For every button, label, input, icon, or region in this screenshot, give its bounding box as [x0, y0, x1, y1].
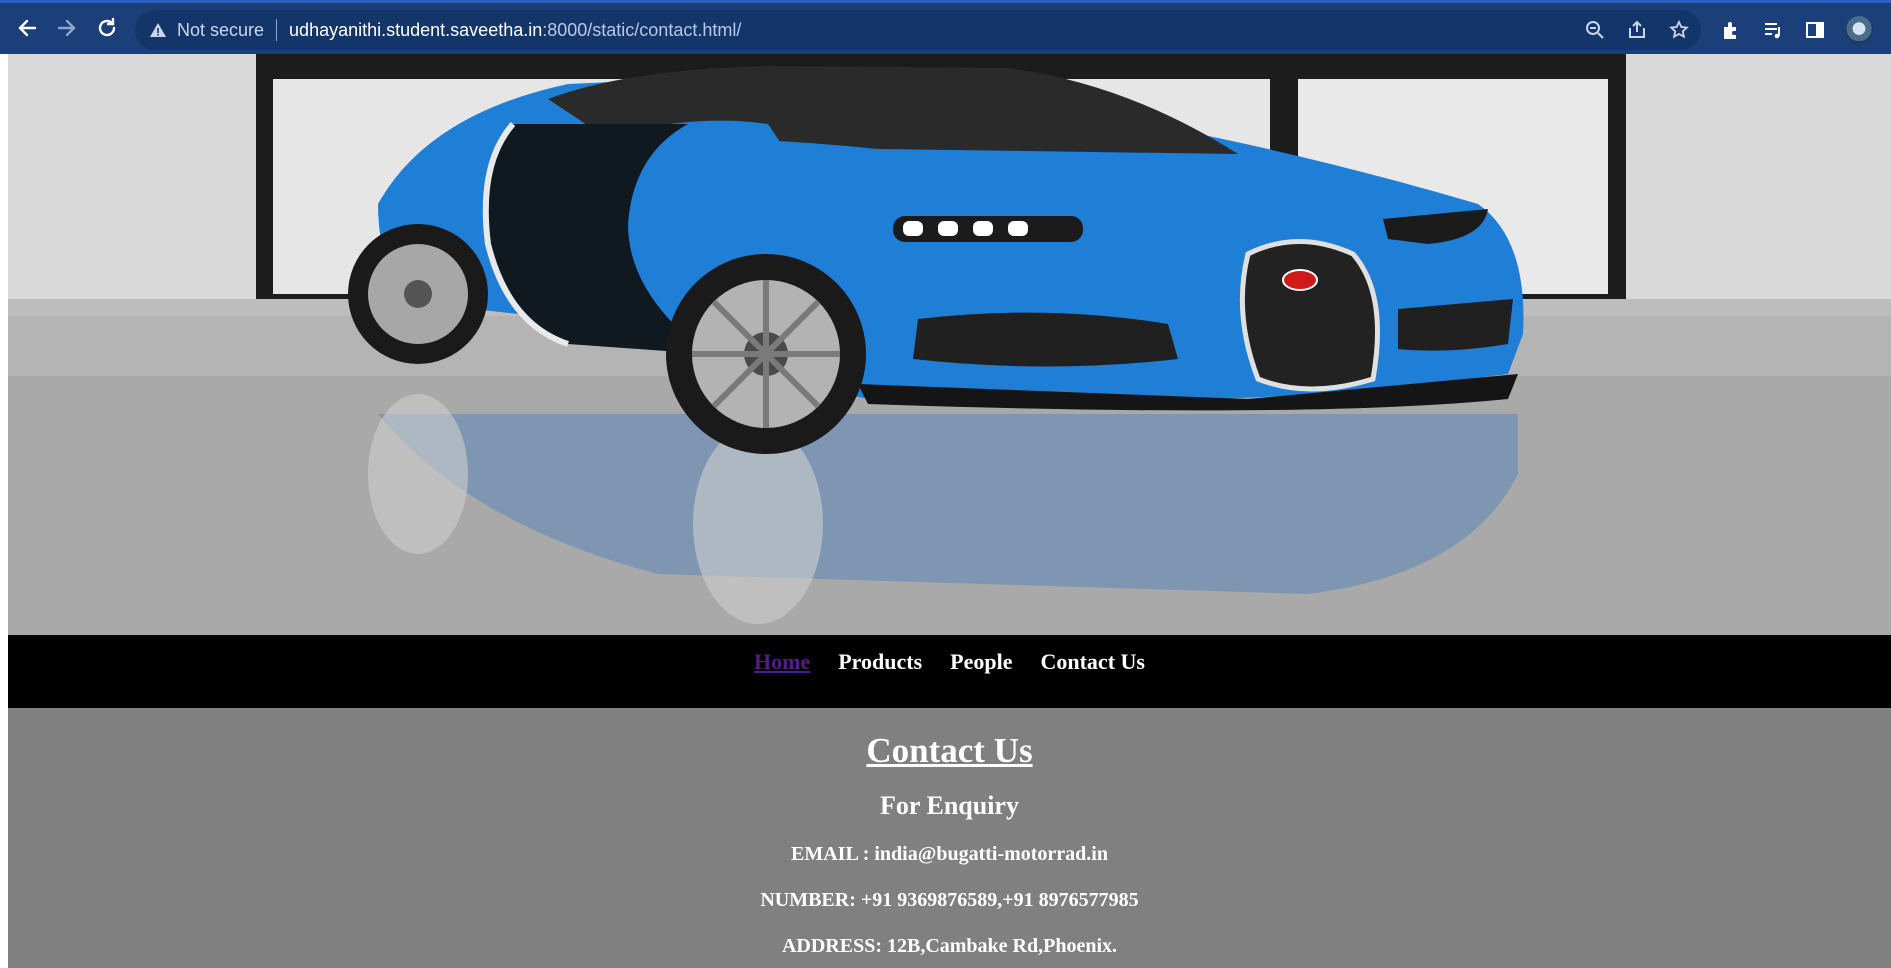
- contact-title: Contact Us: [866, 731, 1033, 770]
- browser-toolbar: Not secure udhayanithi.student.saveetha.…: [0, 0, 1891, 54]
- divider: [276, 19, 278, 41]
- contact-address: ADDRESS: 12B,Cambake Rd,Phoenix.: [781, 935, 1118, 957]
- share-icon[interactable]: [1625, 18, 1649, 42]
- address-bar[interactable]: Not secure udhayanithi.student.saveetha.…: [135, 10, 1701, 50]
- hero-car-image: [8, 54, 1891, 635]
- star-icon[interactable]: [1667, 18, 1691, 42]
- arrow-right-icon: [57, 19, 76, 37]
- reload-icon: [98, 17, 116, 37]
- extensions-icon[interactable]: [1719, 18, 1743, 42]
- media-control-icon[interactable]: [1761, 18, 1785, 42]
- reload-button[interactable]: [92, 13, 122, 43]
- arrow-left-icon: [18, 19, 37, 37]
- contact-email: EMAIL : india@bugatti-motorrad.in: [791, 843, 1108, 865]
- security-status[interactable]: Not secure: [177, 20, 264, 41]
- enquiry-subtitle: For Enquiry: [880, 791, 1019, 820]
- zoom-icon[interactable]: [1583, 18, 1607, 42]
- url-host[interactable]: udhayanithi.student.saveetha.in: [289, 20, 542, 41]
- side-panel-icon[interactable]: [1803, 18, 1827, 42]
- car-illustration: [8, 54, 1891, 635]
- back-button[interactable]: [12, 13, 42, 43]
- main-navigation: Home Products People Contact Us: [8, 635, 1891, 708]
- forward-button[interactable]: [52, 13, 82, 43]
- web-page: Home Products People Contact Us Contact …: [8, 54, 1891, 968]
- profile-avatar[interactable]: [1845, 16, 1873, 44]
- warning-icon[interactable]: [149, 20, 169, 40]
- nav-contact-link[interactable]: Contact Us: [1040, 649, 1145, 675]
- nav-products-link[interactable]: Products: [838, 649, 922, 675]
- contact-section: Contact Us For Enquiry EMAIL : india@bug…: [8, 708, 1891, 968]
- nav-home-link[interactable]: Home: [754, 649, 810, 675]
- contact-number: NUMBER: +91 9369876589,+91 8976577985: [760, 889, 1139, 911]
- url-path[interactable]: :8000/static/contact.html/: [542, 20, 741, 41]
- nav-people-link[interactable]: People: [950, 649, 1012, 675]
